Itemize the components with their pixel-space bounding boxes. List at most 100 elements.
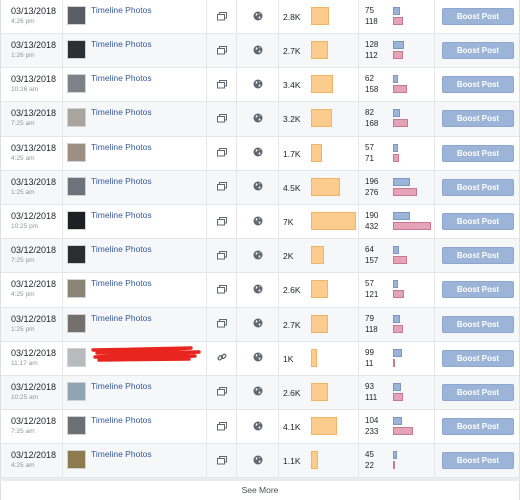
- boost-post-button[interactable]: Boost Post: [442, 144, 514, 162]
- globe-icon: [253, 418, 263, 436]
- post-title-link[interactable]: Timeline Photos: [91, 449, 152, 459]
- post-thumbnail[interactable]: [67, 381, 86, 401]
- targeting-cell: [237, 239, 279, 273]
- globe-icon: [253, 110, 263, 128]
- boost-post-button[interactable]: Boost Post: [442, 383, 514, 401]
- boost-cell: Boost Post: [435, 137, 520, 170]
- post-title-link[interactable]: Timeline Photos: [91, 176, 152, 186]
- post-cell: Timeline Photos: [63, 204, 207, 239]
- see-more-link[interactable]: See More: [0, 481, 520, 500]
- post-title-link[interactable]: Timeline Photos: [91, 278, 152, 288]
- post-title-link[interactable]: Timeline Photos: [91, 142, 152, 152]
- targeting-cell: [237, 375, 279, 410]
- boost-post-button[interactable]: Boost Post: [442, 42, 514, 59]
- post-title-link[interactable]: Timeline Photos: [91, 210, 152, 220]
- post-row: 03/13/2018 10:26 am Timeline Photos 3.4K…: [1, 68, 519, 103]
- reactions-bar: [393, 187, 418, 196]
- post-clicks-value: 45: [365, 450, 374, 460]
- reactions-bar: [393, 153, 400, 162]
- date-cell: 03/12/2018 7:25 pm: [1, 239, 63, 273]
- post-title-link[interactable]: Timeline Photos: [91, 313, 152, 323]
- date-cell: 03/13/2018 4:26 pm: [1, 0, 63, 33]
- boost-post-button[interactable]: Boost Post: [442, 212, 514, 230]
- post-cell: Timeline Photos: [63, 375, 207, 410]
- post-title-link[interactable]: Timeline Photos: [91, 73, 152, 83]
- reach-value: 4.5K: [283, 182, 301, 193]
- reactions-value: 276: [365, 187, 379, 197]
- date-cell: 03/13/2018 1:26 pm: [1, 34, 63, 68]
- post-title-link[interactable]: Timeline Photos: [91, 415, 152, 425]
- post-clicks-value: 196: [365, 176, 379, 186]
- post-cell: [63, 341, 207, 375]
- reactions-value: 157: [365, 256, 379, 266]
- type-cell: [207, 410, 237, 444]
- engagement-cell: 128 112: [359, 34, 435, 68]
- post-thumbnail[interactable]: [67, 6, 86, 25]
- boost-post-button[interactable]: Boost Post: [442, 76, 514, 94]
- reactions-bar: [393, 461, 395, 470]
- post-thumbnail[interactable]: [67, 279, 86, 299]
- reactions-bar: [393, 324, 404, 333]
- date-cell: 03/12/2018 10:25 am: [1, 375, 63, 410]
- post-title-link[interactable]: Timeline Photos: [91, 5, 152, 15]
- reactions-bar: [393, 51, 403, 59]
- post-thumbnail[interactable]: [67, 108, 86, 128]
- type-cell: [207, 0, 237, 33]
- post-date: 03/13/2018: [11, 40, 57, 50]
- reach-value: 2.6K: [283, 387, 301, 398]
- boost-post-button[interactable]: Boost Post: [442, 452, 514, 470]
- boost-cell: Boost Post: [435, 342, 520, 375]
- reach-bar: [311, 41, 329, 59]
- boost-post-button[interactable]: Boost Post: [442, 8, 514, 25]
- reach-bar: [311, 211, 356, 230]
- post-cell: Timeline Photos: [63, 136, 207, 170]
- post-thumbnail[interactable]: [67, 416, 86, 436]
- globe-icon: [253, 315, 263, 333]
- boost-post-button[interactable]: Boost Post: [442, 247, 514, 265]
- post-title-link[interactable]: Timeline Photos: [91, 107, 152, 117]
- post-clicks-value: 57: [365, 142, 374, 152]
- boost-post-button[interactable]: Boost Post: [442, 315, 514, 333]
- post-row: 03/13/2018 1:25 am Timeline Photos 4.5K …: [1, 170, 519, 205]
- reactions-value: 112: [365, 51, 378, 60]
- targeting-cell: [237, 444, 279, 478]
- post-clicks-value: 64: [365, 245, 374, 255]
- post-title-link[interactable]: Timeline Photos: [91, 381, 152, 391]
- boost-post-button[interactable]: Boost Post: [442, 418, 514, 436]
- post-time: 11:17 am: [11, 359, 38, 367]
- post-clicks-value: 93: [365, 381, 374, 391]
- post-thumbnail[interactable]: [67, 347, 86, 367]
- post-clicks-bar: [393, 348, 402, 357]
- post-clicks-bar: [393, 7, 400, 15]
- photo-album-icon: [216, 178, 227, 196]
- post-thumbnail[interactable]: [67, 313, 86, 333]
- targeting-cell: [237, 170, 279, 204]
- boost-post-button[interactable]: Boost Post: [442, 178, 514, 196]
- reach-cell: 7K: [279, 204, 359, 239]
- reactions-bar: [393, 290, 404, 299]
- engagement-cell: 62 158: [359, 68, 435, 102]
- reach-bar: [311, 417, 338, 436]
- post-thumbnail[interactable]: [67, 142, 86, 162]
- boost-post-button[interactable]: Boost Post: [442, 110, 514, 128]
- post-title-link[interactable]: Timeline Photos: [91, 244, 152, 254]
- post-thumbnail[interactable]: [67, 176, 86, 196]
- boost-post-button[interactable]: Boost Post: [442, 281, 514, 299]
- post-time: 4:26 pm: [11, 18, 35, 25]
- reach-bar: [311, 451, 319, 470]
- targeting-cell: [237, 307, 279, 341]
- boost-post-button[interactable]: Boost Post: [442, 349, 514, 367]
- post-time: 7:25 am: [11, 120, 35, 128]
- engagement-cell: 75 118: [359, 0, 435, 33]
- post-thumbnail[interactable]: [67, 74, 86, 94]
- date-cell: 03/13/2018 7:25 am: [1, 102, 63, 136]
- post-thumbnail[interactable]: [67, 245, 86, 265]
- boost-cell: Boost Post: [435, 0, 520, 33]
- post-thumbnail[interactable]: [67, 210, 86, 230]
- post-title-link[interactable]: Timeline Photos: [91, 39, 152, 49]
- post-thumbnail[interactable]: [67, 40, 86, 59]
- targeting-cell: [237, 273, 279, 307]
- post-thumbnail[interactable]: [67, 450, 86, 470]
- post-cell: Timeline Photos: [63, 307, 207, 341]
- post-row: 03/12/2018 7:25 am Timeline Photos 4.1K …: [1, 410, 519, 445]
